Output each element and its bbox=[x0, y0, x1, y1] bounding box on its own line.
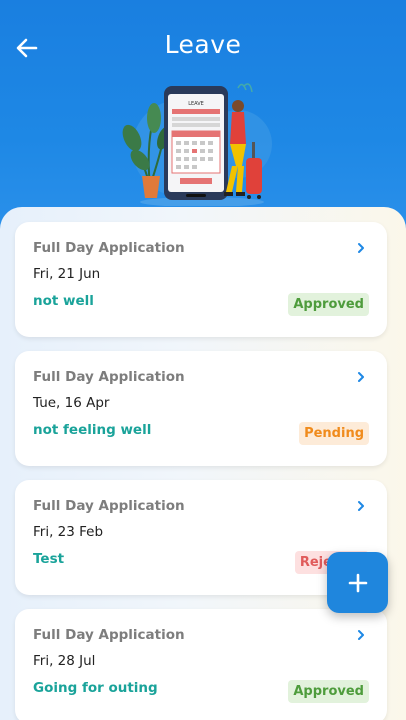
leave-card[interactable]: Full Day Application Fri, 21 Jun not wel… bbox=[15, 222, 387, 337]
chevron-right-icon bbox=[358, 243, 364, 253]
status-badge: Approved bbox=[288, 293, 369, 316]
leave-type: Full Day Application bbox=[33, 369, 185, 385]
leave-type: Full Day Application bbox=[33, 498, 185, 514]
chevron-right-icon bbox=[358, 372, 364, 382]
add-leave-button[interactable] bbox=[327, 552, 388, 613]
leave-illustration: LEAVE bbox=[122, 83, 272, 206]
chevron-right-icon bbox=[358, 501, 364, 511]
leave-date: Tue, 16 Apr bbox=[33, 395, 110, 411]
status-badge: Pending bbox=[299, 422, 369, 445]
leave-card[interactable]: Full Day Application Tue, 16 Apr not fee… bbox=[15, 351, 387, 466]
svg-text:LEAVE: LEAVE bbox=[188, 101, 204, 107]
page-title: Leave bbox=[164, 30, 242, 59]
leave-type: Full Day Application bbox=[33, 627, 185, 643]
leave-reason: Test bbox=[33, 551, 65, 567]
header: Leave LEAVE bbox=[0, 0, 406, 230]
leave-type: Full Day Application bbox=[33, 240, 185, 256]
chevron-right-icon bbox=[358, 630, 364, 640]
leave-date: Fri, 21 Jun bbox=[33, 266, 101, 282]
plus-icon bbox=[348, 573, 367, 592]
leave-reason: not well bbox=[33, 293, 94, 309]
leave-date: Fri, 28 Jul bbox=[33, 653, 96, 669]
leave-reason: not feeling well bbox=[33, 422, 152, 438]
leave-date: Fri, 23 Feb bbox=[33, 524, 104, 540]
leave-reason: Going for outing bbox=[33, 680, 158, 696]
leave-card[interactable]: Full Day Application Fri, 28 Jul Going f… bbox=[15, 609, 387, 720]
status-badge: Approved bbox=[288, 680, 369, 703]
